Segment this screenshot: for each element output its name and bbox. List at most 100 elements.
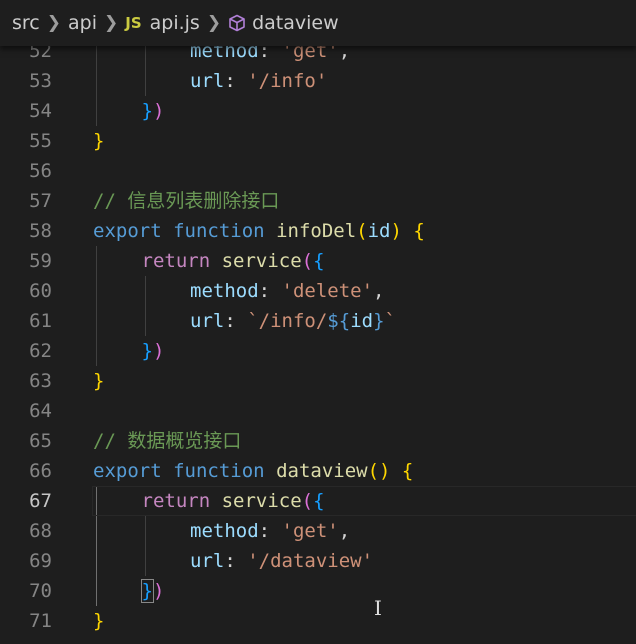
code-line[interactable]: 53 url: '/info' (0, 66, 636, 96)
chevron-right-icon: ❯ (46, 13, 61, 33)
code-token: return (141, 250, 211, 272)
breadcrumb-item-api[interactable]: api (68, 12, 97, 34)
code-line[interactable]: 69 url: '/dataview' (0, 546, 636, 576)
code-text: return service({ (142, 246, 325, 276)
code-token: } (141, 340, 153, 362)
code-text: export function dataview() { (93, 456, 413, 486)
code-token: ` (384, 310, 396, 332)
code-token: } (93, 370, 105, 392)
breadcrumb-item-symbol[interactable]: dataview (252, 12, 339, 34)
code-text: return service({ (142, 486, 325, 516)
code-token: service (221, 250, 302, 272)
code-token: // 信息列表删除接口 (93, 190, 280, 212)
code-text: url: `/info/${id}` (190, 306, 396, 336)
code-text: } (93, 126, 104, 156)
chevron-right-icon: ❯ (206, 13, 222, 33)
code-token: // 数据概览接口 (93, 430, 242, 452)
line-number: 67 (29, 490, 52, 512)
code-token: , (373, 280, 385, 302)
code-line[interactable]: 70}) (0, 576, 636, 606)
code-line[interactable]: 54}) (0, 96, 636, 126)
line-number: 53 (29, 70, 52, 92)
code-line[interactable]: 58 export function infoDel(id) { (0, 216, 636, 246)
code-token: () (367, 460, 391, 482)
code-text: }) (142, 336, 165, 366)
code-editor[interactable]: 52 method: 'get', 53 url: '/info' 54}) 55} 56 5… (0, 36, 636, 644)
code-line[interactable]: 59 return service({ (0, 246, 636, 276)
code-token: function (173, 220, 265, 242)
code-token: dataview (276, 460, 368, 482)
code-line[interactable]: 60 method: 'delete', (0, 276, 636, 306)
line-number: 58 (29, 220, 52, 242)
code-token: { (313, 250, 325, 272)
code-token: { (313, 490, 325, 512)
code-line[interactable]: 67 return service({ (0, 486, 636, 516)
code-token: `/info/ (247, 310, 328, 332)
code-token: return (141, 490, 211, 512)
code-token: : (258, 280, 282, 302)
code-token: export (93, 460, 162, 482)
code-line[interactable]: 71} (0, 606, 636, 636)
code-line[interactable]: 68 method: 'get', (0, 516, 636, 546)
code-token: ) (152, 340, 165, 362)
breadcrumb-item-file[interactable]: api.js (150, 12, 200, 34)
line-number: 54 (29, 100, 52, 122)
code-token: ( (301, 250, 314, 272)
code-text: }) (142, 96, 165, 126)
code-text: } (93, 606, 104, 636)
line-number: 57 (29, 190, 52, 212)
text-cursor-icon: I (374, 596, 382, 620)
code-token: ) (152, 100, 165, 122)
line-number: 55 (29, 130, 52, 152)
code-token: ) (152, 580, 165, 602)
code-token: function (173, 460, 265, 482)
line-number: 60 (29, 280, 52, 302)
code-token: ( (356, 220, 368, 242)
code-text: url: '/dataview' (190, 546, 373, 576)
code-line[interactable]: 64 (0, 396, 636, 426)
code-line[interactable]: 63} (0, 366, 636, 396)
code-token: { (401, 460, 414, 482)
breadcrumb-item-src[interactable]: src (12, 12, 40, 34)
line-number: 70 (29, 580, 52, 602)
code-token: url (190, 70, 225, 92)
code-text: url: '/info' (190, 66, 327, 96)
code-line[interactable]: 65 // 数据概览接口 (0, 426, 636, 456)
code-token: } (141, 100, 153, 122)
code-line[interactable]: 66 export function dataview() { (0, 456, 636, 486)
line-number: 68 (29, 520, 52, 542)
code-token: } (140, 579, 154, 603)
code-text: }) (140, 576, 165, 606)
line-number: 63 (29, 370, 52, 392)
code-line[interactable]: 62}) (0, 336, 636, 366)
code-token: id (350, 310, 374, 332)
code-line[interactable]: 55} (0, 126, 636, 156)
code-text: } (93, 366, 104, 396)
code-token: id (367, 220, 391, 242)
code-token: : (224, 310, 248, 332)
code-token: ${ (327, 310, 351, 332)
code-token: '/info' (247, 70, 328, 92)
code-line[interactable]: 61 url: `/info/${id}` (0, 306, 636, 336)
code-text: method: 'get', (190, 516, 350, 546)
code-token: ( (301, 490, 314, 512)
code-text: // 数据概览接口 (93, 426, 241, 456)
code-token: } (373, 310, 385, 332)
line-number: 71 (29, 610, 52, 632)
code-token: { (413, 220, 425, 242)
code-token: } (93, 610, 105, 632)
code-line[interactable]: 57 // 信息列表删除接口 (0, 186, 636, 216)
code-token: service (221, 490, 302, 512)
line-number: 56 (29, 160, 52, 182)
code-token: : (224, 550, 248, 572)
code-line[interactable]: 56 (0, 156, 636, 186)
code-token: infoDel (276, 220, 357, 242)
line-number: 59 (29, 250, 52, 272)
code-text: // 信息列表删除接口 (93, 186, 279, 216)
